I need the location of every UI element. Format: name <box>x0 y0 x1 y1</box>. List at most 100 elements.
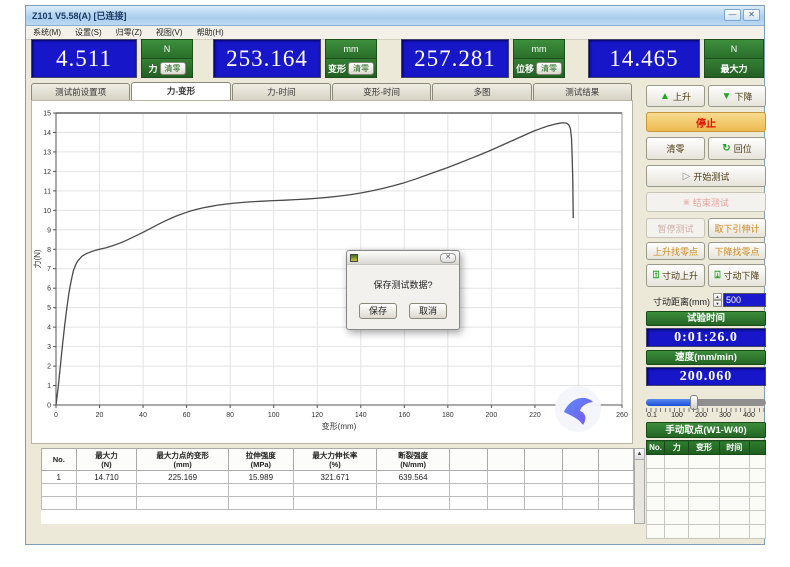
menu-item-help[interactable]: 帮助(H) <box>190 27 231 38</box>
manual-table-cell <box>719 511 749 525</box>
slider-tick-label: 300 <box>713 412 737 419</box>
tab-force-time[interactable]: 力-时间 <box>232 83 331 100</box>
tab-pretest-settings[interactable]: 测试前设置项 <box>31 83 130 100</box>
manual-table-cell <box>647 469 665 483</box>
results-col-header <box>525 449 563 471</box>
speed-slider-fill <box>646 399 694 406</box>
remove-extensometer-button[interactable]: 取下引伸计 <box>708 218 766 238</box>
svg-text:140: 140 <box>355 412 367 419</box>
stepper-up-icon[interactable]: ▲ <box>713 293 722 300</box>
results-table-cell <box>293 497 376 510</box>
results-table-cell <box>137 497 228 510</box>
down-find-zero-button[interactable]: 下降找零点 <box>708 242 766 260</box>
svg-text:200: 200 <box>486 412 498 419</box>
results-table-cell <box>487 484 525 497</box>
maxforce-unit-panel: N 最大力 <box>704 39 764 78</box>
svg-text:1: 1 <box>47 383 51 390</box>
tab-deformation-time[interactable]: 变形-时间 <box>332 83 431 100</box>
deformation-unit-panel: mm 变形 清零 <box>325 39 377 78</box>
speed-slider-track[interactable] <box>646 399 766 406</box>
manual-table-cell <box>689 483 719 497</box>
clear-button[interactable]: 清零 <box>646 137 705 160</box>
svg-text:2: 2 <box>47 364 51 371</box>
manual-table-cell <box>647 455 665 469</box>
up-button[interactable]: ▲ 上升 <box>646 85 705 107</box>
dialog-close-button[interactable]: ✕ <box>440 253 456 263</box>
results-table-cell <box>487 497 525 510</box>
manual-table-row <box>647 455 766 469</box>
svg-text:0: 0 <box>47 403 51 410</box>
tab-force-deformation[interactable]: 力-变形 <box>131 82 230 100</box>
results-table-cell: 225.169 <box>137 471 228 484</box>
results-table-cell <box>137 484 228 497</box>
displacement-unit: mm <box>514 40 564 59</box>
window-title: Z101 V5.58(A) [已连接] <box>26 9 127 22</box>
results-table-row: 114.710225.16915.989321.671639.564 <box>42 471 634 484</box>
svg-text:60: 60 <box>183 412 191 419</box>
menu-item-system[interactable]: 系统(M) <box>26 27 68 38</box>
svg-text:4: 4 <box>47 325 51 332</box>
jog-distance-input[interactable] <box>723 293 766 307</box>
manual-table-cell <box>749 525 765 539</box>
stepper-down-icon[interactable]: ▼ <box>713 300 722 307</box>
return-button[interactable]: ↻ 回位 <box>708 137 766 160</box>
svg-text:12: 12 <box>43 169 51 176</box>
deformation-clear-button[interactable]: 清零 <box>348 62 374 75</box>
curve-力-变形曲线 <box>56 123 573 405</box>
svg-text:120: 120 <box>311 412 323 419</box>
manual-points-table: No.力变形时间 <box>646 440 766 539</box>
maxforce-display: 14.465 <box>588 39 700 78</box>
start-test-button[interactable]: ▷ 开始测试 <box>646 165 766 187</box>
manual-table-cell <box>749 511 765 525</box>
manual-col-header: 变形 <box>689 441 719 455</box>
slider-tick-label: 100 <box>665 412 689 419</box>
manual-table-cell <box>719 483 749 497</box>
force-clear-button[interactable]: 清零 <box>160 62 186 75</box>
chart-svg: 0204060801001201401601802002202402600123… <box>32 101 632 443</box>
menu-item-zero[interactable]: 归零(Z) <box>109 27 149 38</box>
manual-table-cell <box>689 525 719 539</box>
manual-col-header: No. <box>647 441 665 455</box>
minimize-button[interactable]: — <box>724 9 741 21</box>
manual-table-cell <box>719 455 749 469</box>
menu-item-view[interactable]: 视图(V) <box>149 27 190 38</box>
manual-table-cell <box>665 483 689 497</box>
dialog-save-button[interactable]: 保存 <box>359 303 397 319</box>
displacement-unit-panel: mm 位移 清零 <box>513 39 565 78</box>
results-col-header: 最大力伸长率(%) <box>293 449 376 471</box>
slider-tick-label: 200 <box>689 412 713 419</box>
up-find-zero-button[interactable]: 上升找零点 <box>646 242 705 260</box>
deformation-display: 253.164 <box>213 39 321 78</box>
svg-text:260: 260 <box>616 412 628 419</box>
pause-test-button[interactable]: 暂停测试 <box>646 218 705 238</box>
down-button[interactable]: ▼ 下降 <box>708 85 766 107</box>
return-arrow-icon: ↻ <box>722 143 730 154</box>
jog-down-button[interactable]: ⍗ 寸动下降 <box>708 264 766 287</box>
results-col-header <box>599 449 634 471</box>
tab-multi-graph[interactable]: 多图 <box>432 83 531 100</box>
end-test-button[interactable]: ▣ 结束测试 <box>646 192 766 212</box>
results-col-header <box>562 449 599 471</box>
stop-button[interactable]: 停止 <box>646 112 766 132</box>
dialog-cancel-button[interactable]: 取消 <box>409 303 447 319</box>
results-table-row <box>42 484 634 497</box>
app-window: Z101 V5.58(A) [已连接] — ✕ 系统(M) 设置(S) 归零(Z… <box>25 5 765 545</box>
manual-col-header <box>749 441 765 455</box>
close-button[interactable]: ✕ <box>743 9 760 21</box>
manual-table-row <box>647 483 766 497</box>
displacement-clear-button[interactable]: 清零 <box>536 62 562 75</box>
results-table-cell: 639.564 <box>377 471 450 484</box>
results-table-cell <box>599 484 634 497</box>
menu-item-settings[interactable]: 设置(S) <box>68 27 109 38</box>
tab-test-results[interactable]: 测试结果 <box>533 83 632 100</box>
manual-table-cell <box>665 525 689 539</box>
stop-square-icon: ▣ <box>683 198 690 206</box>
jog-distance-stepper[interactable]: ▲ ▼ <box>713 293 722 307</box>
jog-up-arrow-icon: ⍐ <box>653 270 659 281</box>
results-scrollbar[interactable]: ▲ <box>634 448 645 524</box>
results-col-header: 断裂强度(N/mm) <box>377 449 450 471</box>
scroll-up-icon[interactable]: ▲ <box>635 449 644 460</box>
manual-table-row <box>647 525 766 539</box>
results-table-cell: 14.710 <box>76 471 137 484</box>
jog-up-button[interactable]: ⍐ 寸动上升 <box>646 264 705 287</box>
